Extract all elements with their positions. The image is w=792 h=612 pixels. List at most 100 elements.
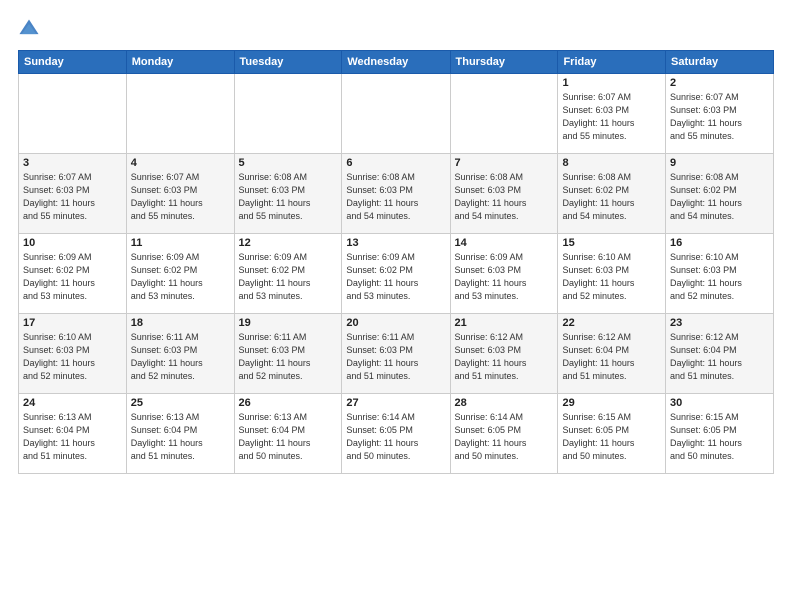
day-number: 4 bbox=[131, 157, 230, 169]
day-cell: 11 Sunrise: 6:09 AM Sunset: 6:02 PM Dayli… bbox=[126, 234, 234, 314]
day-number: 7 bbox=[455, 157, 554, 169]
day-cell: 18 Sunrise: 6:11 AM Sunset: 6:03 PM Dayli… bbox=[126, 314, 234, 394]
day-info: Sunrise: 6:14 AM Sunset: 6:05 PM Dayligh… bbox=[455, 411, 554, 463]
day-number: 24 bbox=[23, 397, 122, 409]
day-cell: 3Sunrise: 6:07 AM Sunset: 6:03 PM Daylig… bbox=[19, 154, 127, 234]
day-info: Sunrise: 6:14 AM Sunset: 6:05 PM Dayligh… bbox=[346, 411, 445, 463]
day-cell: 21 Sunrise: 6:12 AM Sunset: 6:03 PM Dayli… bbox=[450, 314, 558, 394]
day-number: 22 bbox=[562, 317, 661, 329]
day-number: 16 bbox=[670, 237, 769, 249]
day-cell: 27 Sunrise: 6:14 AM Sunset: 6:05 PM Dayli… bbox=[342, 394, 450, 474]
day-cell: 22 Sunrise: 6:12 AM Sunset: 6:04 PM Dayli… bbox=[558, 314, 666, 394]
day-info: Sunrise: 6:08 AM Sunset: 6:02 PM Dayligh… bbox=[562, 171, 661, 223]
day-info: Sunrise: 6:09 AM Sunset: 6:02 PM Dayligh… bbox=[239, 251, 338, 303]
day-cell: 25Sunrise: 6:13 AM Sunset: 6:04 PM Dayli… bbox=[126, 394, 234, 474]
day-number: 3 bbox=[23, 157, 122, 169]
weekday-header-row: SundayMondayTuesdayWednesdayThursdayFrid… bbox=[19, 51, 774, 74]
day-cell bbox=[342, 74, 450, 154]
day-cell: 26 Sunrise: 6:13 AM Sunset: 6:04 PM Dayli… bbox=[234, 394, 342, 474]
weekday-header-tuesday: Tuesday bbox=[234, 51, 342, 74]
day-info: Sunrise: 6:13 AM Sunset: 6:04 PM Dayligh… bbox=[131, 411, 230, 463]
day-info: Sunrise: 6:15 AM Sunset: 6:05 PM Dayligh… bbox=[670, 411, 769, 463]
day-number: 9 bbox=[670, 157, 769, 169]
day-info: Sunrise: 6:10 AM Sunset: 6:03 PM Dayligh… bbox=[562, 251, 661, 303]
day-number: 1 bbox=[562, 77, 661, 89]
day-cell: 10Sunrise: 6:09 AM Sunset: 6:02 PM Dayli… bbox=[19, 234, 127, 314]
weekday-header-saturday: Saturday bbox=[666, 51, 774, 74]
day-info: Sunrise: 6:09 AM Sunset: 6:03 PM Dayligh… bbox=[455, 251, 554, 303]
day-cell bbox=[126, 74, 234, 154]
day-info: Sunrise: 6:12 AM Sunset: 6:04 PM Dayligh… bbox=[562, 331, 661, 383]
day-number: 2 bbox=[670, 77, 769, 89]
day-cell: 1 Sunrise: 6:07 AM Sunset: 6:03 PM Daylig… bbox=[558, 74, 666, 154]
day-info: Sunrise: 6:07 AM Sunset: 6:03 PM Dayligh… bbox=[562, 91, 661, 143]
day-info: Sunrise: 6:08 AM Sunset: 6:03 PM Dayligh… bbox=[346, 171, 445, 223]
day-cell bbox=[234, 74, 342, 154]
day-cell bbox=[450, 74, 558, 154]
week-row-1: 1 Sunrise: 6:07 AM Sunset: 6:03 PM Daylig… bbox=[19, 74, 774, 154]
day-info: Sunrise: 6:15 AM Sunset: 6:05 PM Dayligh… bbox=[562, 411, 661, 463]
day-number: 12 bbox=[239, 237, 338, 249]
header bbox=[18, 18, 774, 40]
week-row-2: 3 Sunrise: 6:07 AM Sunset: 6:03 PM Daylig… bbox=[19, 154, 774, 234]
day-info: Sunrise: 6:09 AM Sunset: 6:02 PM Dayligh… bbox=[131, 251, 230, 303]
weekday-header-monday: Monday bbox=[126, 51, 234, 74]
day-number: 18 bbox=[131, 317, 230, 329]
day-cell: 12 Sunrise: 6:09 AM Sunset: 6:02 PM Dayli… bbox=[234, 234, 342, 314]
logo-icon bbox=[18, 18, 40, 40]
day-number: 6 bbox=[346, 157, 445, 169]
day-cell: 30 Sunrise: 6:15 AM Sunset: 6:05 PM Dayli… bbox=[666, 394, 774, 474]
day-number: 30 bbox=[670, 397, 769, 409]
day-number: 11 bbox=[131, 237, 230, 249]
day-cell: 14Sunrise: 6:09 AM Sunset: 6:03 PM Dayli… bbox=[450, 234, 558, 314]
day-cell: 16Sunrise: 6:10 AM Sunset: 6:03 PM Dayli… bbox=[666, 234, 774, 314]
weekday-header-sunday: Sunday bbox=[19, 51, 127, 74]
day-number: 5 bbox=[239, 157, 338, 169]
day-cell: 20 Sunrise: 6:11 AM Sunset: 6:03 PM Dayli… bbox=[342, 314, 450, 394]
day-cell bbox=[19, 74, 127, 154]
day-info: Sunrise: 6:12 AM Sunset: 6:03 PM Dayligh… bbox=[455, 331, 554, 383]
day-info: Sunrise: 6:09 AM Sunset: 6:02 PM Dayligh… bbox=[23, 251, 122, 303]
page: SundayMondayTuesdayWednesdayThursdayFrid… bbox=[0, 0, 792, 612]
day-info: Sunrise: 6:13 AM Sunset: 6:04 PM Dayligh… bbox=[23, 411, 122, 463]
weekday-header-friday: Friday bbox=[558, 51, 666, 74]
day-cell: 19Sunrise: 6:11 AM Sunset: 6:03 PM Dayli… bbox=[234, 314, 342, 394]
day-number: 20 bbox=[346, 317, 445, 329]
day-cell: 13 Sunrise: 6:09 AM Sunset: 6:02 PM Dayli… bbox=[342, 234, 450, 314]
day-number: 19 bbox=[239, 317, 338, 329]
day-info: Sunrise: 6:08 AM Sunset: 6:03 PM Dayligh… bbox=[455, 171, 554, 223]
day-cell: 23Sunrise: 6:12 AM Sunset: 6:04 PM Dayli… bbox=[666, 314, 774, 394]
day-cell: 2 Sunrise: 6:07 AM Sunset: 6:03 PM Daylig… bbox=[666, 74, 774, 154]
day-cell: 24 Sunrise: 6:13 AM Sunset: 6:04 PM Dayli… bbox=[19, 394, 127, 474]
day-cell: 15 Sunrise: 6:10 AM Sunset: 6:03 PM Dayli… bbox=[558, 234, 666, 314]
day-cell: 28 Sunrise: 6:14 AM Sunset: 6:05 PM Dayli… bbox=[450, 394, 558, 474]
day-info: Sunrise: 6:07 AM Sunset: 6:03 PM Dayligh… bbox=[131, 171, 230, 223]
day-number: 21 bbox=[455, 317, 554, 329]
day-cell: 4 Sunrise: 6:07 AM Sunset: 6:03 PM Daylig… bbox=[126, 154, 234, 234]
day-number: 13 bbox=[346, 237, 445, 249]
day-number: 27 bbox=[346, 397, 445, 409]
weekday-header-wednesday: Wednesday bbox=[342, 51, 450, 74]
day-number: 29 bbox=[562, 397, 661, 409]
day-number: 28 bbox=[455, 397, 554, 409]
day-number: 15 bbox=[562, 237, 661, 249]
week-row-5: 24 Sunrise: 6:13 AM Sunset: 6:04 PM Dayli… bbox=[19, 394, 774, 474]
day-info: Sunrise: 6:07 AM Sunset: 6:03 PM Dayligh… bbox=[670, 91, 769, 143]
logo bbox=[18, 18, 42, 40]
day-info: Sunrise: 6:09 AM Sunset: 6:02 PM Dayligh… bbox=[346, 251, 445, 303]
day-info: Sunrise: 6:10 AM Sunset: 6:03 PM Dayligh… bbox=[23, 331, 122, 383]
day-number: 26 bbox=[239, 397, 338, 409]
day-info: Sunrise: 6:13 AM Sunset: 6:04 PM Dayligh… bbox=[239, 411, 338, 463]
day-info: Sunrise: 6:11 AM Sunset: 6:03 PM Dayligh… bbox=[131, 331, 230, 383]
day-cell: 17Sunrise: 6:10 AM Sunset: 6:03 PM Dayli… bbox=[19, 314, 127, 394]
day-cell: 9Sunrise: 6:08 AM Sunset: 6:02 PM Daylig… bbox=[666, 154, 774, 234]
day-cell: 29 Sunrise: 6:15 AM Sunset: 6:05 PM Dayli… bbox=[558, 394, 666, 474]
day-number: 8 bbox=[562, 157, 661, 169]
day-info: Sunrise: 6:11 AM Sunset: 6:03 PM Dayligh… bbox=[346, 331, 445, 383]
weekday-header-thursday: Thursday bbox=[450, 51, 558, 74]
day-cell: 7 Sunrise: 6:08 AM Sunset: 6:03 PM Daylig… bbox=[450, 154, 558, 234]
day-number: 23 bbox=[670, 317, 769, 329]
day-cell: 5Sunrise: 6:08 AM Sunset: 6:03 PM Daylig… bbox=[234, 154, 342, 234]
day-cell: 6 Sunrise: 6:08 AM Sunset: 6:03 PM Daylig… bbox=[342, 154, 450, 234]
week-row-3: 10Sunrise: 6:09 AM Sunset: 6:02 PM Dayli… bbox=[19, 234, 774, 314]
